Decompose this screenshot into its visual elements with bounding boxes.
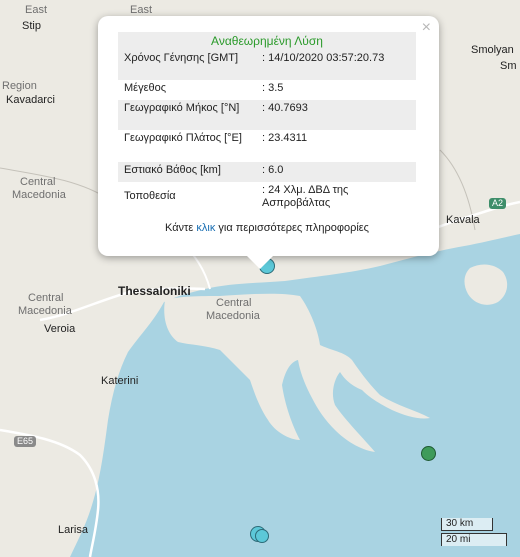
label-east-2: East bbox=[130, 4, 153, 16]
row-label: Χρόνος Γένησης [GMT] bbox=[118, 50, 256, 80]
label-veroia: Veroia bbox=[44, 323, 76, 335]
label-macedonia-1: Macedonia bbox=[12, 189, 66, 201]
label-macedonia-2: Macedonia bbox=[18, 305, 72, 317]
earthquake-marker[interactable] bbox=[421, 446, 436, 461]
label-stip: Stip bbox=[22, 20, 41, 32]
label-larisa: Larisa bbox=[58, 524, 88, 536]
footer-text-before: Κάντε bbox=[165, 222, 197, 234]
label-katerini: Katerini bbox=[101, 375, 139, 387]
label-region: Region bbox=[2, 80, 37, 92]
label-central-2: Central bbox=[28, 292, 64, 304]
row-value: : 14/10/2020 03:57:20.73 bbox=[256, 50, 416, 80]
label-thessaloniki: Thessaloniki bbox=[118, 284, 191, 298]
footer-text-after: για περισσότερες πληροφορίες bbox=[215, 222, 369, 234]
scale-mi: 20 mi bbox=[441, 533, 507, 546]
table-row: Εστιακό Βάθος [km] : 6.0 bbox=[118, 162, 416, 182]
row-value: : 3.5 bbox=[262, 82, 284, 94]
table-row: Γεωγραφικό Πλάτος [°E] : 23.4311 bbox=[118, 130, 416, 162]
label-central-1: Central bbox=[20, 176, 56, 188]
table-row: Χρόνος Γένησης [GMT] : 14/10/2020 03:57:… bbox=[118, 50, 416, 80]
label-east-1: East bbox=[25, 4, 48, 16]
label-kavadarci: Kavadarci bbox=[6, 94, 55, 106]
row-value: : 40.7693 bbox=[256, 100, 416, 130]
earthquake-marker[interactable] bbox=[255, 529, 269, 543]
earthquake-popup: × Αναθεωρημένη Λύση Χρόνος Γένησης [GMT]… bbox=[98, 16, 439, 269]
row-value: : 24 Χλμ. ΔΒΔ της Ασπροβάλτας bbox=[262, 184, 349, 209]
popup-pointer bbox=[247, 256, 273, 269]
table-row: Μέγεθος : 3.5 bbox=[118, 80, 416, 100]
row-label: Εστιακό Βάθος [km] bbox=[118, 162, 256, 182]
map[interactable]: East East Stip Region Kavadarci Smolyan … bbox=[0, 0, 520, 557]
row-label: Γεωγραφικό Μήκος [°N] bbox=[118, 100, 256, 130]
row-label: Τοποθεσία bbox=[124, 190, 176, 202]
label-sm-partial: Sm bbox=[500, 60, 517, 72]
sea-area bbox=[60, 234, 520, 557]
popup-details-table: Χρόνος Γένησης [GMT] : 14/10/2020 03:57:… bbox=[118, 50, 416, 214]
label-smolyan: Smolyan bbox=[471, 44, 514, 56]
table-row: Τοποθεσία : 24 Χλμ. ΔΒΔ της Ασπροβάλτας bbox=[118, 182, 416, 214]
row-value: : 23.4311 bbox=[262, 132, 308, 144]
row-label: Μέγεθος bbox=[124, 82, 167, 94]
road-shield-a2: A2 bbox=[489, 198, 507, 209]
more-info-link[interactable]: κλικ bbox=[196, 222, 215, 234]
scale-bar: 30 km 20 mi bbox=[441, 518, 507, 546]
row-value: : 6.0 bbox=[256, 162, 416, 182]
label-central-3: Central bbox=[216, 297, 252, 309]
popup-footer: Κάντε κλικ για περισσότερες πληροφορίες bbox=[118, 222, 416, 234]
scale-km: 30 km bbox=[441, 518, 493, 531]
close-icon[interactable]: × bbox=[422, 19, 431, 37]
popup-title: Αναθεωρημένη Λύση bbox=[118, 32, 416, 50]
road-shield-e65: E65 bbox=[14, 436, 37, 447]
label-macedonia-3: Macedonia bbox=[206, 310, 260, 322]
table-row: Γεωγραφικό Μήκος [°N] : 40.7693 bbox=[118, 100, 416, 130]
row-label: Γεωγραφικό Πλάτος [°E] bbox=[124, 132, 242, 144]
label-kavala: Kavala bbox=[446, 214, 480, 226]
